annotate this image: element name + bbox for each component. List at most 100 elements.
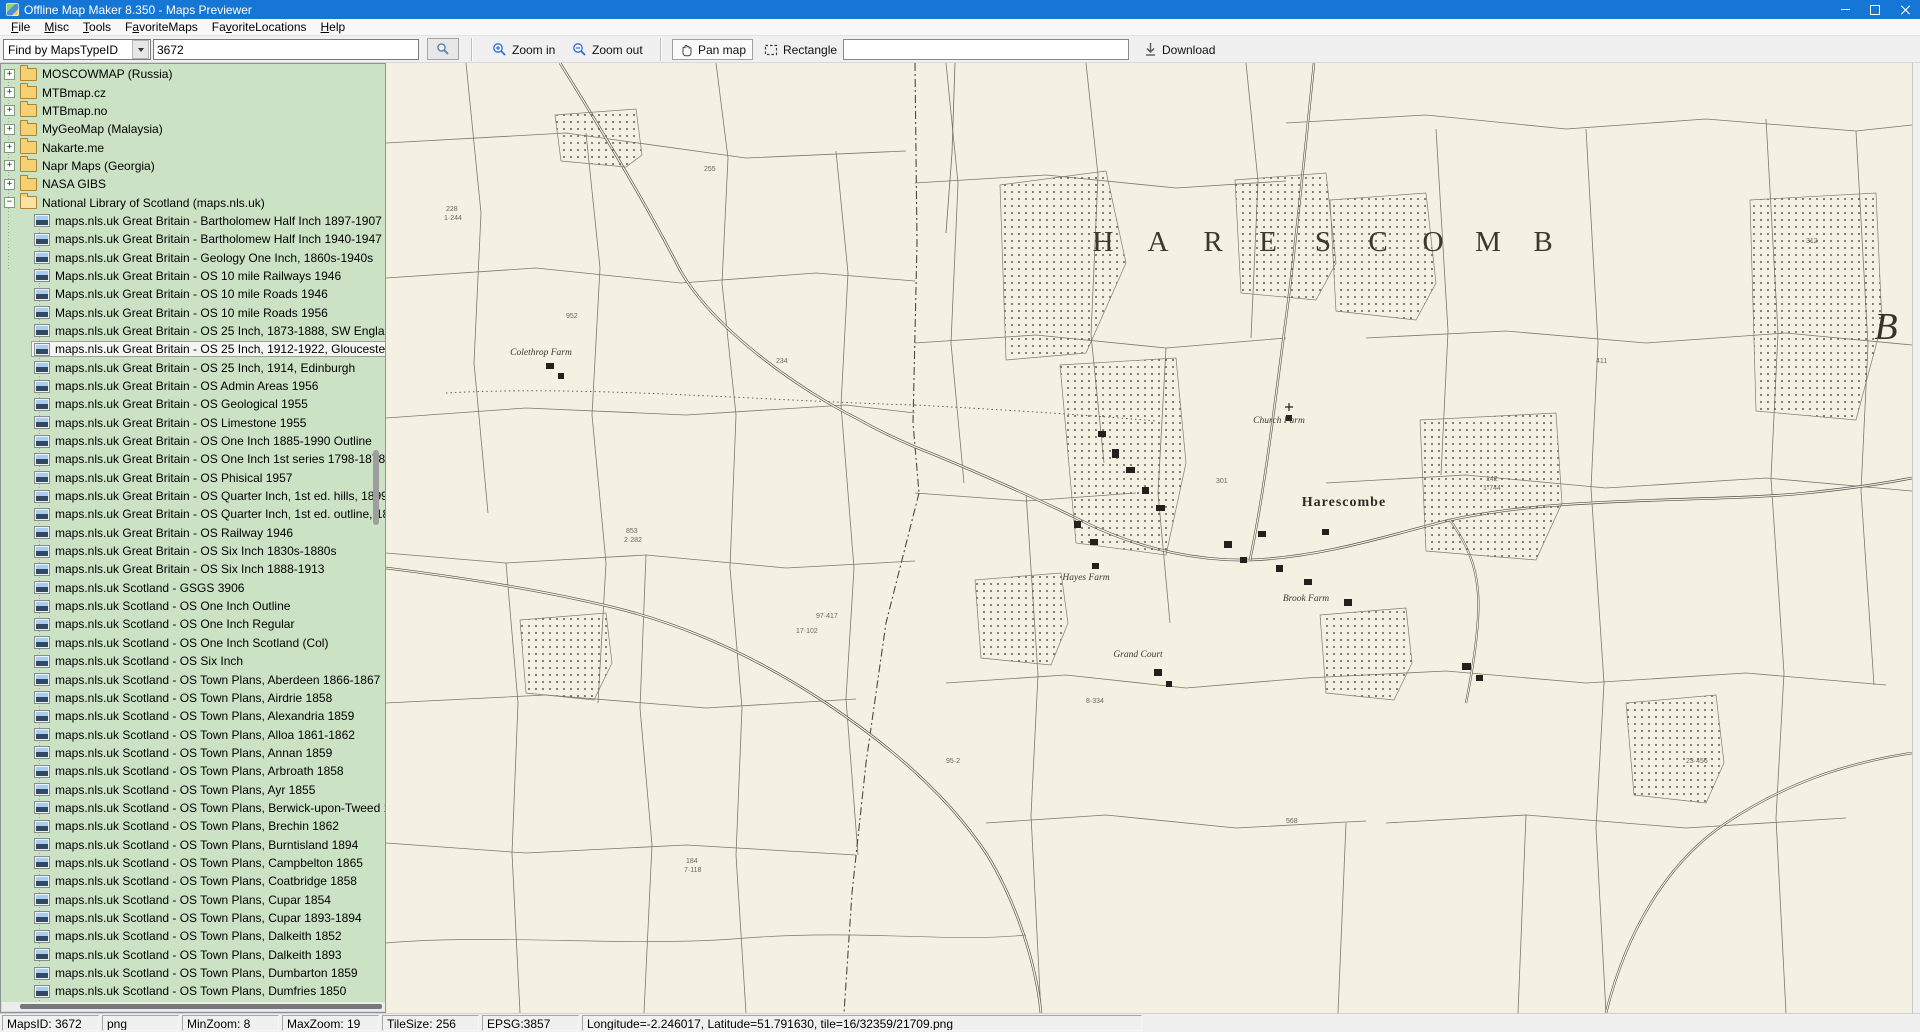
map-layer-icon — [34, 728, 50, 741]
tree-item[interactable]: maps.nls.uk Scotland - OS Town Plans, Al… — [1, 725, 385, 743]
menu-favoritemaps[interactable]: FavoriteMaps — [118, 19, 205, 35]
tree-item[interactable]: +NASA GIBS — [1, 175, 385, 193]
map-layer-icon — [34, 269, 50, 282]
tree-item[interactable]: maps.nls.uk Scotland - OS Town Plans, Da… — [1, 946, 385, 964]
map-title-letter: B — [1533, 226, 1552, 258]
tree-item[interactable]: maps.nls.uk Great Britain - Bartholomew … — [1, 212, 385, 230]
expand-icon[interactable]: + — [4, 87, 15, 98]
tree-item[interactable]: maps.nls.uk Great Britain - OS One Inch … — [1, 450, 385, 468]
tree-item[interactable]: maps.nls.uk Scotland - OS Town Plans, Co… — [1, 872, 385, 890]
tree-item[interactable]: maps.nls.uk Great Britain - Bartholomew … — [1, 230, 385, 248]
tree-item[interactable]: maps.nls.uk Scotland - OS Town Plans, Da… — [1, 927, 385, 945]
tree-item[interactable]: maps.nls.uk Scotland - OS Town Plans, Ca… — [1, 854, 385, 872]
menu-file[interactable]: File — [4, 19, 37, 35]
tree-item[interactable]: maps.nls.uk Scotland - OS One Inch Scotl… — [1, 634, 385, 652]
find-mode-select[interactable]: Find by MapsTypeID — [3, 39, 151, 60]
expand-icon[interactable]: + — [4, 160, 15, 171]
tree-item[interactable]: maps.nls.uk Great Britain - Geology One … — [1, 248, 385, 266]
tree-item[interactable]: maps.nls.uk Scotland - OS Town Plans, Ar… — [1, 762, 385, 780]
tree-item[interactable]: +MOSCOWMAP (Russia) — [1, 65, 385, 83]
open-folder-icon — [20, 196, 37, 209]
tree-horizontal-scrollbar[interactable] — [2, 1002, 386, 1011]
menu-help[interactable]: Help — [314, 19, 353, 35]
tree-item[interactable]: maps.nls.uk Scotland - OS Town Plans, Al… — [1, 707, 385, 725]
pan-map-button[interactable]: Pan map — [672, 39, 753, 60]
tree-item[interactable]: maps.nls.uk Great Britain - OS Six Inch … — [1, 560, 385, 578]
tree-item[interactable]: +MyGeoMap (Malaysia) — [1, 120, 385, 138]
tree-item[interactable]: maps.nls.uk Scotland - OS Six Inch — [1, 652, 385, 670]
tree-item[interactable]: maps.nls.uk Great Britain - OS Quarter I… — [1, 505, 385, 523]
map-viewport[interactable]: HARESCOMBBColethrop FarmHarescombeBrook … — [386, 63, 1912, 1013]
tree-item[interactable]: maps.nls.uk Scotland - OS Town Plans, Be… — [1, 799, 385, 817]
toolbar-text-input[interactable] — [843, 39, 1129, 60]
tree-item[interactable]: maps.nls.uk Scotland - OS Town Plans, Ay… — [1, 780, 385, 798]
tree-item[interactable]: maps.nls.uk Scotland - OS Town Plans, Br… — [1, 817, 385, 835]
tree-item[interactable]: Maps.nls.uk Great Britain - OS 10 mile R… — [1, 285, 385, 303]
folder-icon — [20, 159, 37, 172]
tree-item[interactable]: maps.nls.uk Scotland - OS Town Plans, Bu… — [1, 835, 385, 853]
tree-item[interactable]: maps.nls.uk Great Britain - OS Six Inch … — [1, 542, 385, 560]
tree-item[interactable]: +Napr Maps (Georgia) — [1, 157, 385, 175]
tree-item-label: maps.nls.uk Great Britain - OS Geologica… — [55, 397, 308, 411]
tree-item[interactable]: maps.nls.uk Scotland - OS Town Plans, Cu… — [1, 890, 385, 908]
tree-item[interactable]: Maps.nls.uk Great Britain - OS 10 mile R… — [1, 267, 385, 285]
collapse-icon[interactable]: − — [4, 197, 15, 208]
tree-item-selected[interactable]: maps.nls.uk Great Britain - OS 25 Inch, … — [1, 340, 385, 358]
minimize-button[interactable] — [1830, 0, 1860, 19]
tree-item[interactable]: −National Library of Scotland (maps.nls.… — [1, 193, 385, 211]
tree-item[interactable]: maps.nls.uk Scotland - OS Town Plans, Cu… — [1, 909, 385, 927]
tree-item-label: maps.nls.uk Great Britain - OS 25 Inch, … — [55, 324, 385, 338]
map-layer-icon — [34, 324, 50, 337]
expand-icon[interactable]: + — [4, 179, 15, 190]
expand-icon[interactable]: + — [4, 105, 15, 116]
tree-item-label: Maps.nls.uk Great Britain - OS 10 mile R… — [55, 287, 328, 301]
menu-misc[interactable]: Misc — [37, 19, 76, 35]
tree-item[interactable]: maps.nls.uk Great Britain - OS One Inch … — [1, 432, 385, 450]
tree-item[interactable]: Maps.nls.uk Great Britain - OS 10 mile R… — [1, 303, 385, 321]
tree-vertical-scrollbar-thumb[interactable] — [373, 450, 379, 525]
menu-favoritelocations[interactable]: FavoriteLocations — [205, 19, 314, 35]
folder-icon — [20, 68, 37, 81]
tree-item-label: maps.nls.uk Scotland - OS Town Plans, Co… — [55, 874, 357, 888]
zoom-in-button[interactable]: Zoom in — [486, 39, 561, 60]
tree-item[interactable]: maps.nls.uk Scotland - OS One Inch Outli… — [1, 597, 385, 615]
maximize-button[interactable] — [1860, 0, 1890, 19]
download-button[interactable]: Download — [1138, 39, 1221, 60]
tree-item[interactable]: maps.nls.uk Great Britain - OS Admin Are… — [1, 377, 385, 395]
tree-item[interactable]: maps.nls.uk Scotland - OS Town Plans, Ab… — [1, 670, 385, 688]
search-button[interactable] — [427, 38, 459, 60]
tree-item-label: maps.nls.uk Great Britain - OS One Inch … — [55, 452, 385, 466]
maps-type-id-input[interactable] — [153, 39, 419, 60]
tree-item[interactable]: maps.nls.uk Great Britain - OS Limestone… — [1, 414, 385, 432]
tree-horizontal-scrollbar-thumb[interactable] — [20, 1004, 382, 1009]
expand-icon[interactable]: + — [4, 124, 15, 135]
tree-item[interactable]: maps.nls.uk Scotland - OS One Inch Regul… — [1, 615, 385, 633]
tree-item[interactable]: + MTBmap.cz — [1, 83, 385, 101]
tree-item[interactable]: maps.nls.uk Great Britain - OS 25 Inch, … — [1, 359, 385, 377]
close-button[interactable] — [1890, 0, 1920, 19]
rectangle-button[interactable]: Rectangle — [758, 39, 843, 60]
tree-item[interactable]: maps.nls.uk Scotland - OS Town Plans, Du… — [1, 964, 385, 982]
tree-item[interactable]: maps.nls.uk Great Britain - OS Quarter I… — [1, 487, 385, 505]
tree-item[interactable]: +MTBmap.no — [1, 102, 385, 120]
app-icon — [6, 3, 19, 16]
tree-item[interactable]: maps.nls.uk Scotland - GSGS 3906 — [1, 579, 385, 597]
tree-item[interactable]: maps.nls.uk Great Britain - OS Railway 1… — [1, 524, 385, 542]
tree-item[interactable]: maps.nls.uk Scotland - OS Town Plans, Du… — [1, 982, 385, 1000]
tree-item-label: MTBmap.cz — [42, 86, 106, 100]
tree-item[interactable]: maps.nls.uk Great Britain - OS Geologica… — [1, 395, 385, 413]
menu-tools[interactable]: Tools — [76, 19, 118, 35]
tree-item[interactable]: maps.nls.uk Scotland - OS Town Plans, Ai… — [1, 689, 385, 707]
tree-item[interactable]: maps.nls.uk Great Britain - OS Phisical … — [1, 469, 385, 487]
tree-item-label: maps.nls.uk Scotland - OS Town Plans, Ai… — [55, 691, 332, 705]
chevron-down-icon[interactable] — [132, 40, 149, 59]
map-parcel-number: 853 — [626, 528, 638, 535]
expand-icon[interactable]: + — [4, 69, 15, 80]
map-parcel-number: 2·282 — [624, 537, 642, 544]
expand-icon[interactable]: + — [4, 142, 15, 153]
tree-item-label: maps.nls.uk Scotland - OS Six Inch — [55, 654, 243, 668]
zoom-out-button[interactable]: Zoom out — [566, 39, 649, 60]
tree-item[interactable]: +Nakarte.me — [1, 138, 385, 156]
tree-item[interactable]: maps.nls.uk Scotland - OS Town Plans, An… — [1, 744, 385, 762]
tree-item[interactable]: maps.nls.uk Great Britain - OS 25 Inch, … — [1, 322, 385, 340]
